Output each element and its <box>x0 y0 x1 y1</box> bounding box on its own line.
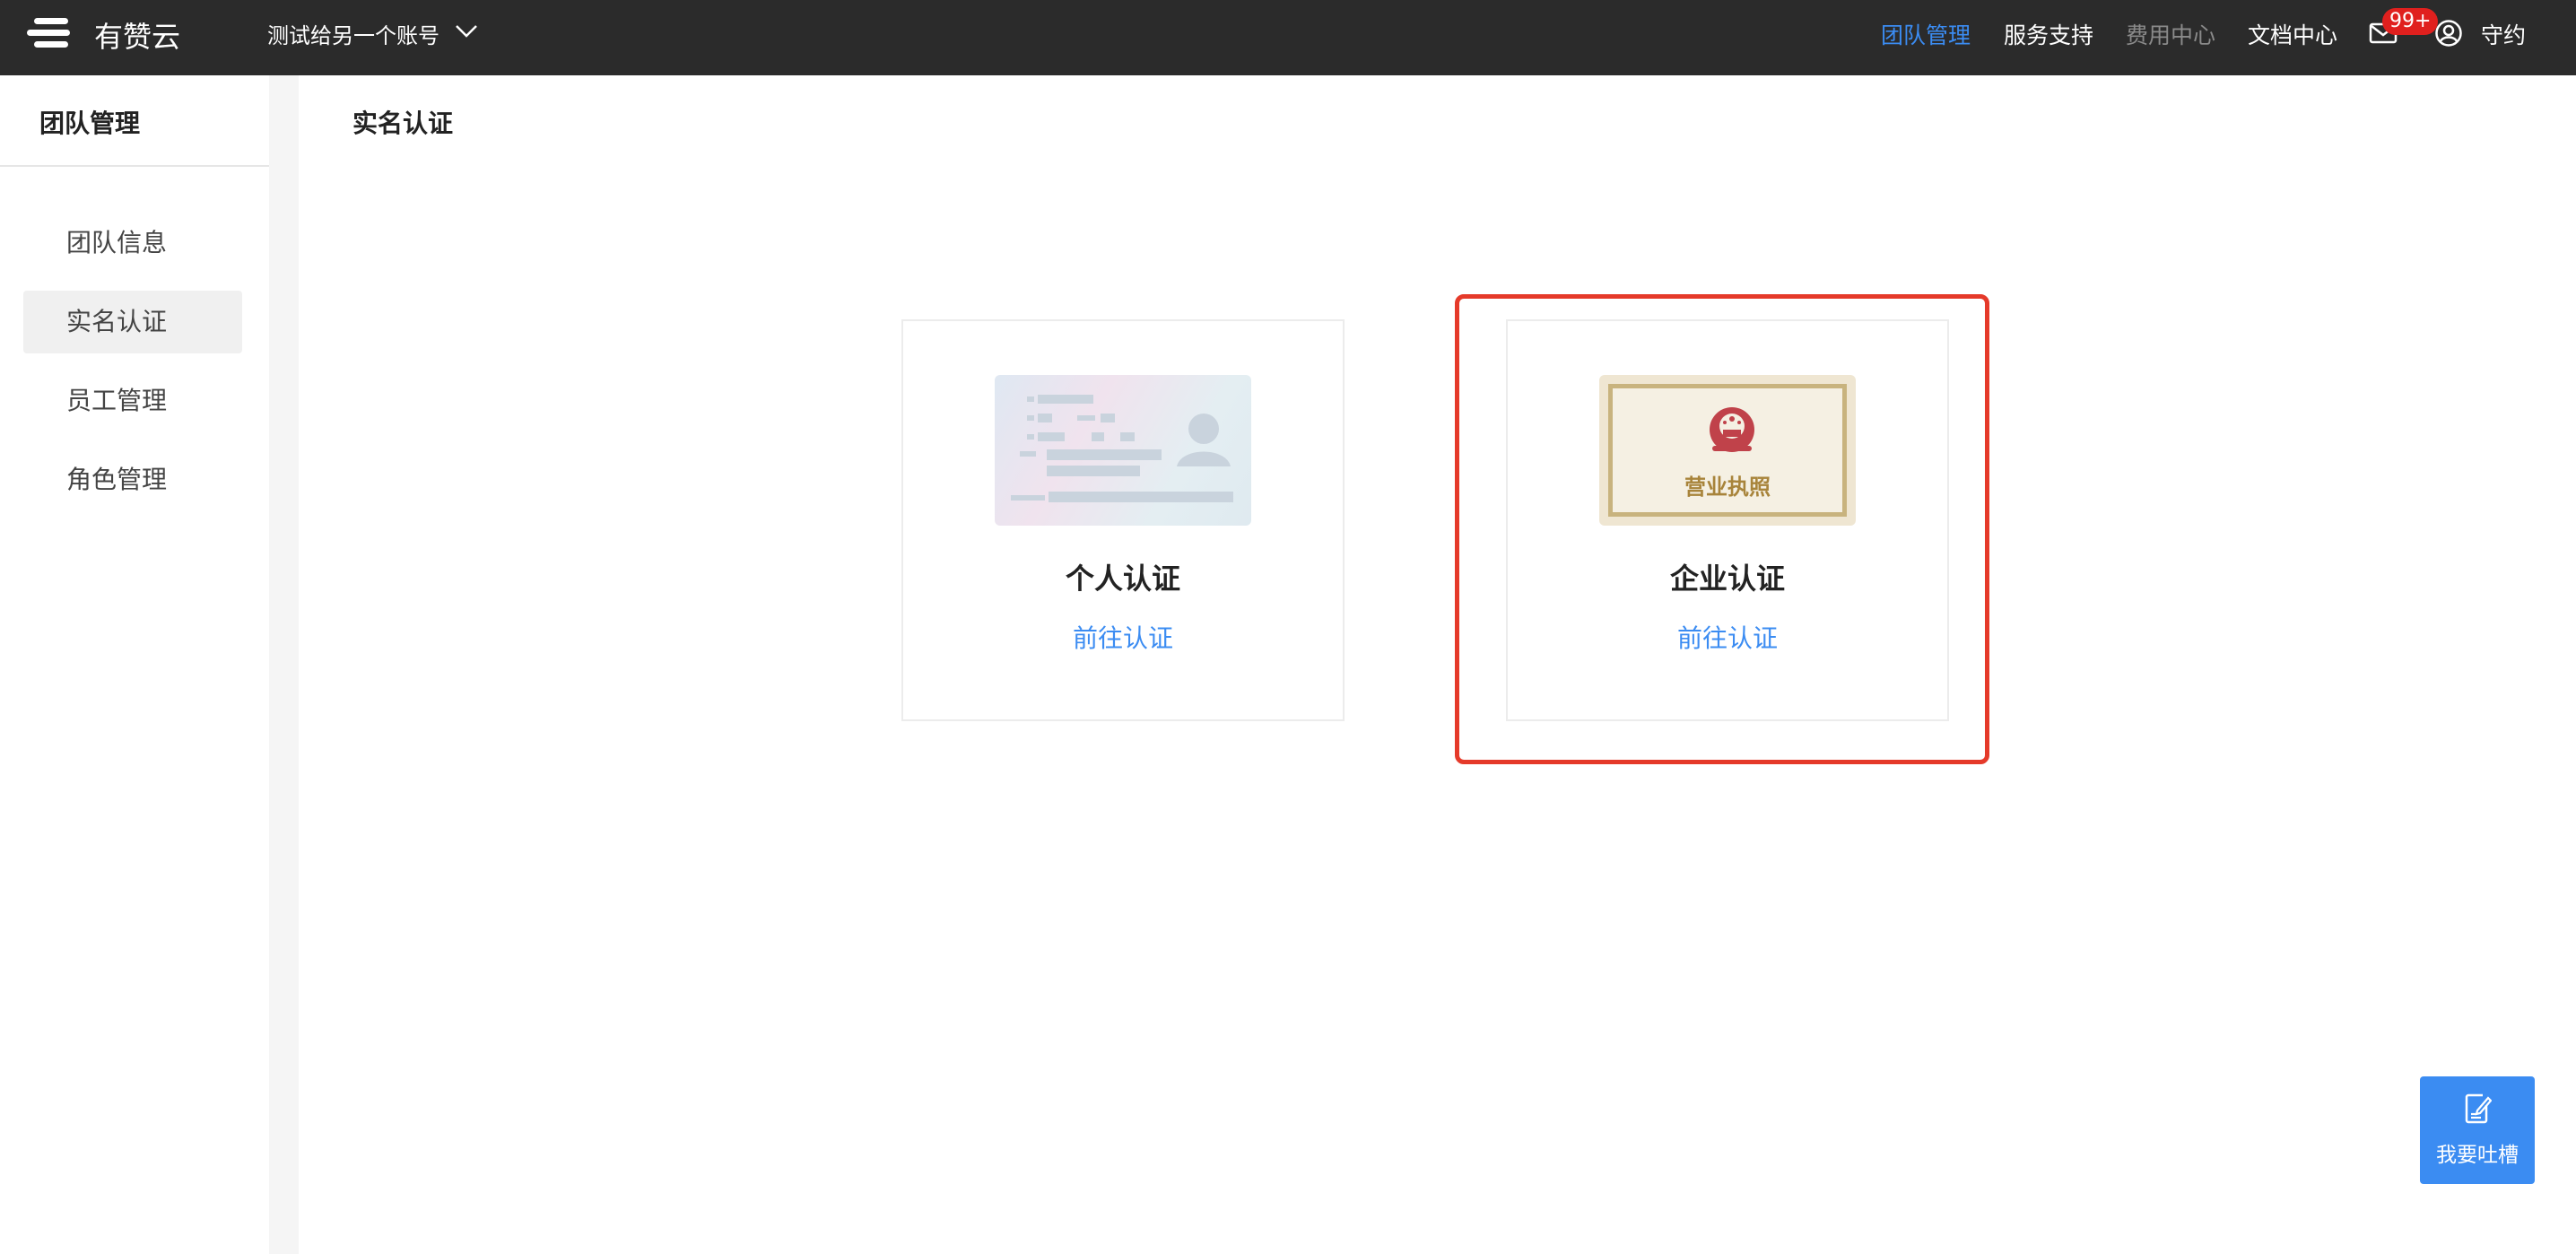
sidebar-item-team-info[interactable]: 团队信息 <box>23 212 242 274</box>
message-count-badge[interactable]: 99+ <box>2382 8 2439 35</box>
sidebar: 团队管理 团队信息 实名认证 员工管理 角色管理 <box>0 75 269 1254</box>
id-card-icon <box>1011 395 1233 502</box>
personal-auth-link[interactable]: 前往认证 <box>903 619 1343 655</box>
sidebar-item-role-management[interactable]: 角色管理 <box>23 448 242 511</box>
main-content: 实名认证 个人认证 前往认证 营业执照 企业认证 前往认证 <box>299 75 2576 1254</box>
logo-icon[interactable] <box>27 18 70 50</box>
chevron-down-icon[interactable] <box>454 22 479 39</box>
feedback-label: 我要吐槽 <box>2436 1144 2519 1167</box>
feedback-button[interactable]: 我要吐槽 <box>2420 1076 2535 1184</box>
username[interactable]: 守约 <box>2481 18 2526 50</box>
app-name[interactable]: 有赞云 <box>94 14 180 56</box>
sidebar-item-real-name-auth[interactable]: 实名认证 <box>23 291 242 353</box>
sidebar-title: 团队管理 <box>39 109 141 138</box>
personal-auth-card[interactable]: 个人认证 前往认证 <box>901 319 1345 721</box>
nav-docs-center[interactable]: 文档中心 <box>2248 18 2337 50</box>
id-card-illustration <box>995 375 1251 526</box>
nav-service-support[interactable]: 服务支持 <box>2004 18 2093 50</box>
top-navbar: 有赞云 测试给另一个账号 团队管理 服务支持 费用中心 文档中心 99+ 守约 <box>0 0 2576 75</box>
sidebar-item-staff-management[interactable]: 员工管理 <box>23 370 242 432</box>
account-switcher[interactable]: 测试给另一个账号 <box>267 18 439 49</box>
user-avatar-icon[interactable] <box>2434 19 2463 48</box>
edit-note-icon <box>2465 1093 2492 1124</box>
nav-team-management[interactable]: 团队管理 <box>1881 18 1971 50</box>
personal-auth-title: 个人认证 <box>1065 562 1180 596</box>
sidebar-divider <box>0 165 269 167</box>
page-title: 实名认证 <box>352 109 454 138</box>
nav-billing-center[interactable]: 费用中心 <box>2126 18 2215 50</box>
highlight-box <box>1455 294 1989 764</box>
